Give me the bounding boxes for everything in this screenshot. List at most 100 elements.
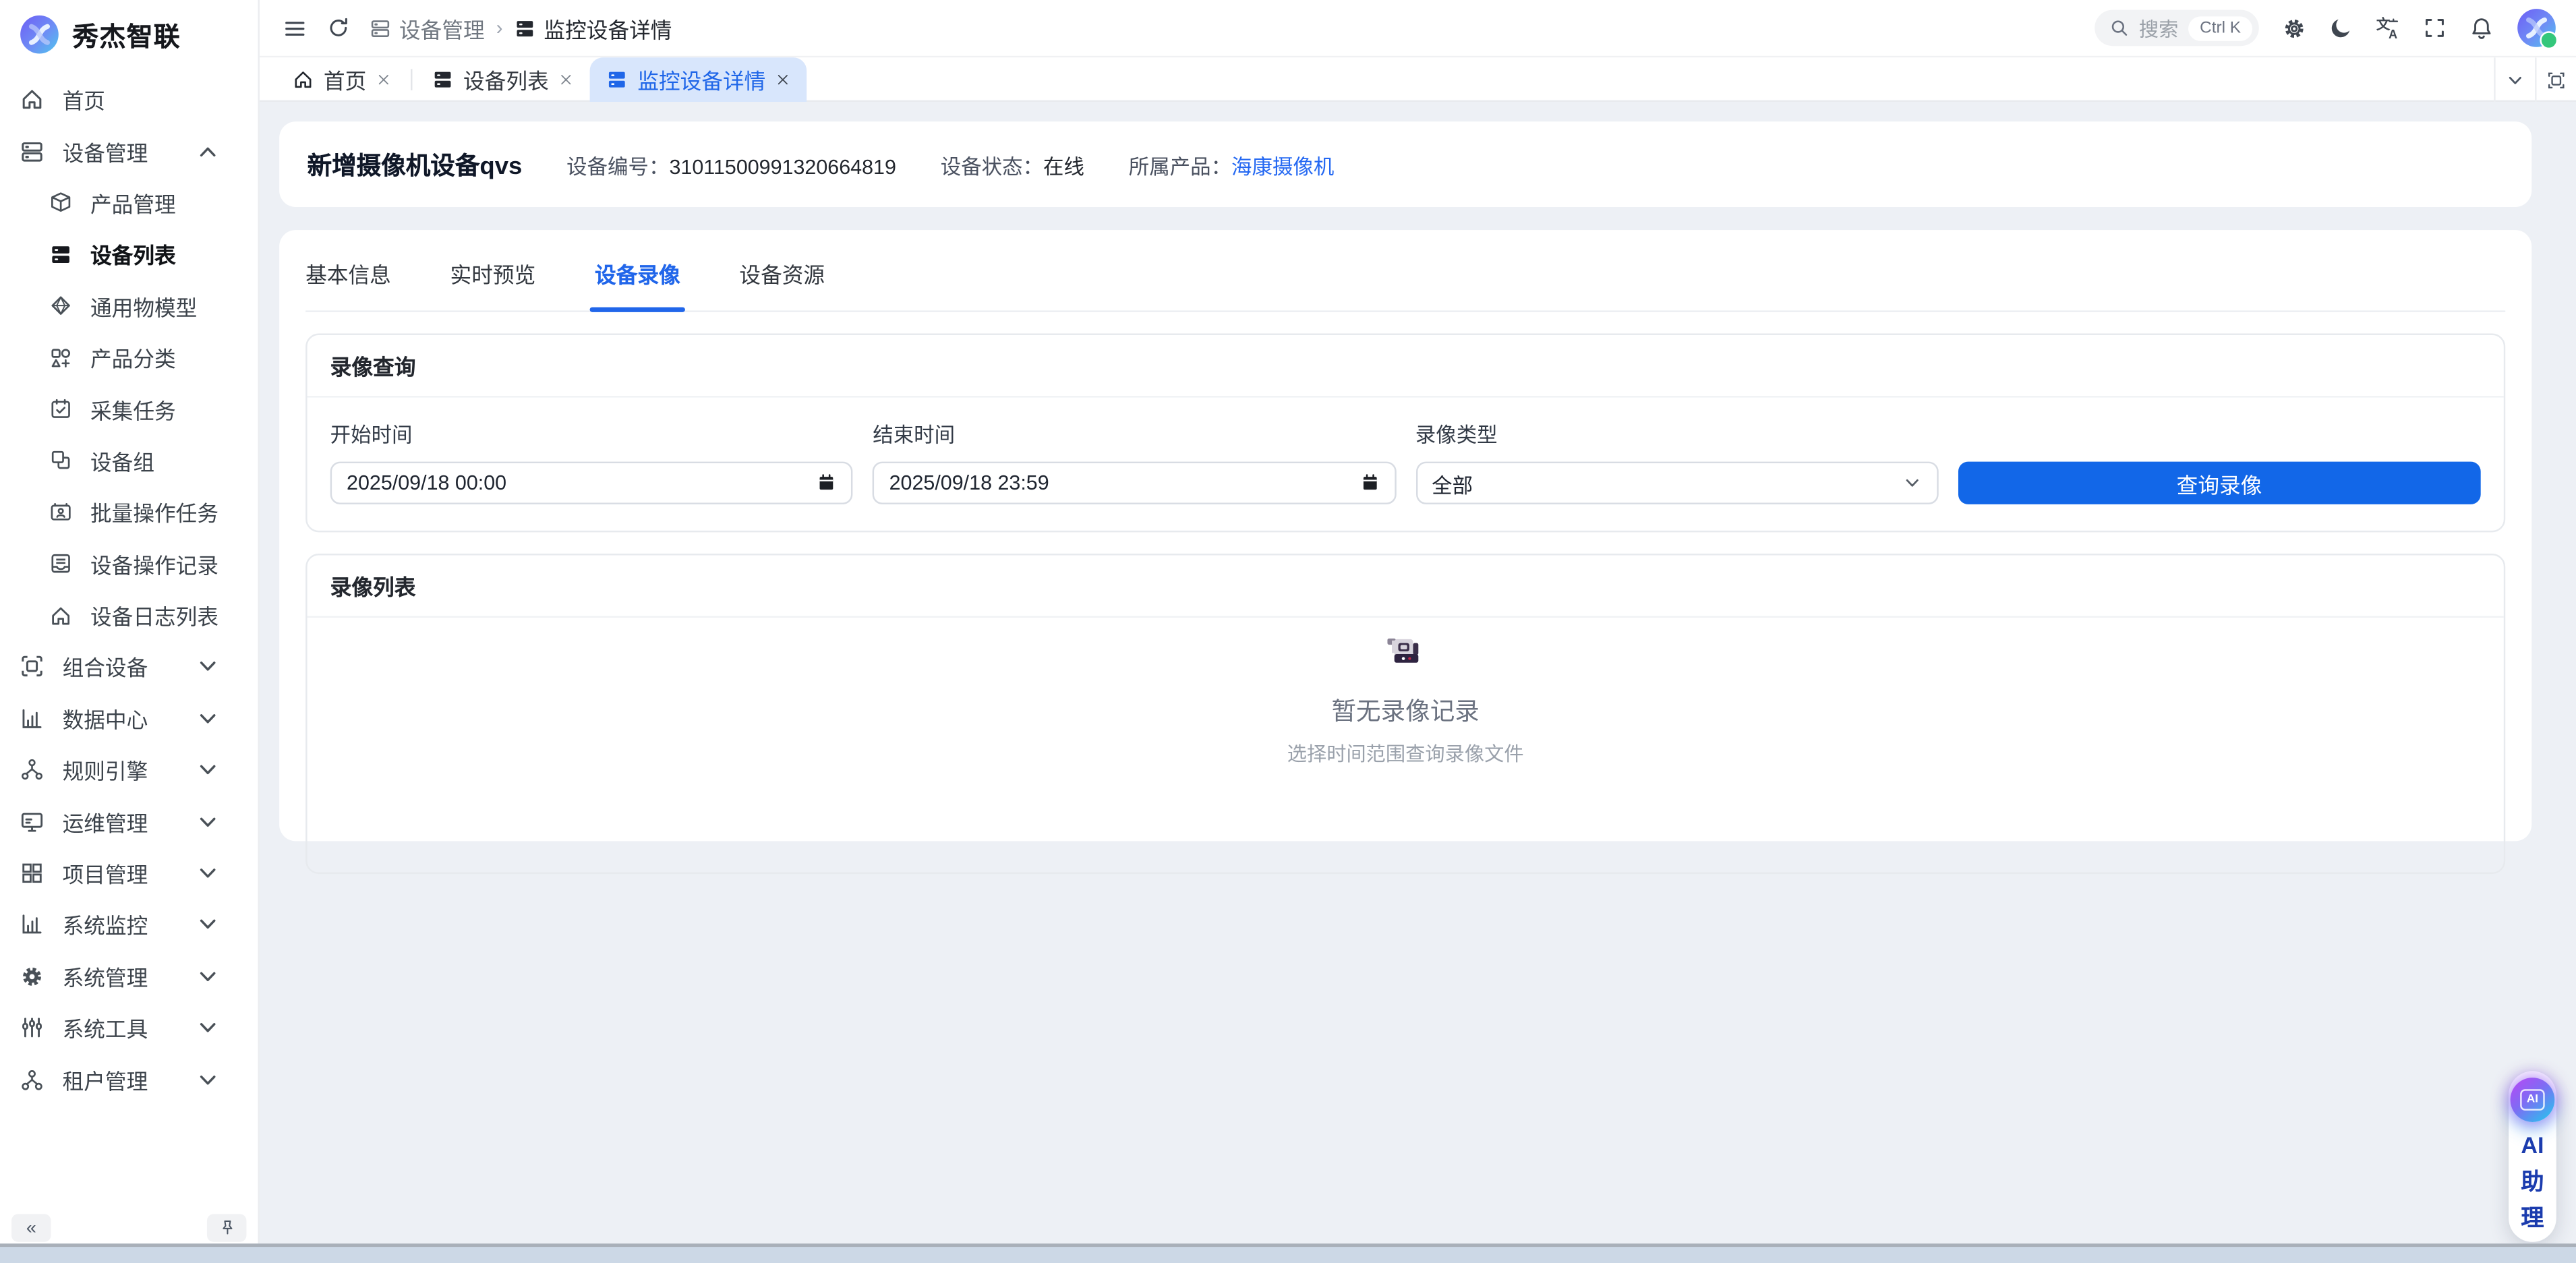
device-field-label: 设备状态： <box>940 155 1044 179</box>
sidebar-item-label: 系统工具 <box>62 1017 148 1042</box>
sidebar-item-label: 系统监控 <box>62 914 148 939</box>
recording-type-select[interactable]: 全部 <box>1415 461 1939 504</box>
sidebar-item-首页[interactable]: 首页 <box>0 74 258 125</box>
chevron-down-icon <box>196 758 221 783</box>
content-maximize-button[interactable] <box>2535 57 2576 102</box>
sidebar-item-label: 系统管理 <box>62 966 148 991</box>
close-icon[interactable] <box>376 71 391 86</box>
sidebar-item-label: 通用物模型 <box>90 295 198 320</box>
device-field: 设备编号：31011500991320664819 <box>566 148 896 179</box>
chart-icon <box>20 706 45 731</box>
datetime-input[interactable]: 2025/09/18 00:00 <box>330 461 854 504</box>
sidebar-item-通用物模型[interactable]: 通用物模型 <box>0 281 258 332</box>
sidebar-item-产品管理[interactable]: 产品管理 <box>0 177 258 229</box>
page-tab-label: 监控设备详情 <box>637 68 766 93</box>
sidebar-item-设备管理[interactable]: 设备管理 <box>0 125 258 177</box>
fullscreen-icon[interactable] <box>2423 16 2446 39</box>
device-field-value[interactable]: 海康摄像机 <box>1231 155 1334 178</box>
ai-assistant-icon: AI <box>2510 1078 2555 1122</box>
sidebar-item-规则引擎[interactable]: 规则引擎 <box>0 744 258 796</box>
tab-divider <box>411 68 413 90</box>
breadcrumb-item-监控设备详情[interactable]: 监控设备详情 <box>515 12 672 43</box>
detail-tab-基本信息[interactable]: 基本信息 <box>305 258 391 310</box>
page-tab-设备列表[interactable]: 设备列表 <box>415 57 589 101</box>
page-tab-label: 设备列表 <box>463 68 549 93</box>
tab-list-dropdown-button[interactable] <box>2494 57 2535 102</box>
device-field-value: 31011500991320664819 <box>669 155 896 179</box>
detail-tab-设备录像[interactable]: 设备录像 <box>589 258 686 312</box>
sidebar-item-label: 设备列表 <box>90 243 176 268</box>
query-button-column: 查询录像 <box>1958 412 2481 504</box>
topbar-actions: 搜索 Ctrl K 文A <box>2095 8 2558 50</box>
empty-state-title: 暂无录像记录 <box>1331 698 1480 726</box>
search-placeholder: 搜索 <box>2138 17 2179 40</box>
device-field-label: 所属产品： <box>1128 155 1232 179</box>
sidebar-item-产品分类[interactable]: 产品分类 <box>0 332 258 383</box>
chevron-down-icon <box>1902 473 1922 493</box>
sidebar-item-租户管理[interactable]: 租户管理 <box>0 1054 258 1105</box>
page-tab-监控设备详情[interactable]: 监控设备详情 <box>589 57 807 101</box>
query-card-title: 录像查询 <box>307 335 2504 398</box>
app-root: 秀杰智联 首页 设备管理 产品管理 设备列表 通用物模型 产品分类 采集任务 设备组 批量操作任… <box>0 0 2576 1263</box>
empty-state-hint: 选择时间范围查询录像文件 <box>1287 742 1524 766</box>
close-icon[interactable] <box>775 71 790 86</box>
sidebar-item-系统管理[interactable]: 系统管理 <box>0 951 258 1002</box>
sidebar-item-label: 设备组 <box>90 450 155 475</box>
dark-mode-moon-icon[interactable] <box>2330 16 2353 39</box>
notifications-bell-icon[interactable] <box>2469 16 2494 40</box>
sidebar-item-数据中心[interactable]: 数据中心 <box>0 693 258 744</box>
chart-icon <box>20 912 45 937</box>
sidebar-item-设备操作记录[interactable]: 设备操作记录 <box>0 538 258 589</box>
device-field: 所属产品：海康摄像机 <box>1129 148 1335 179</box>
doc-inbox-icon <box>49 552 72 575</box>
calendar-icon <box>817 473 836 493</box>
horizontal-scrollbar[interactable] <box>0 1243 2576 1263</box>
sidebar-item-批量操作任务[interactable]: 批量操作任务 <box>0 486 258 537</box>
sidebar-item-运维管理[interactable]: 运维管理 <box>0 796 258 847</box>
server-filled-icon <box>49 243 72 266</box>
translate-icon[interactable]: 文A <box>2376 16 2401 40</box>
breadcrumb-item-设备管理[interactable]: 设备管理 <box>370 12 485 43</box>
chevron-down-icon <box>196 706 221 731</box>
brand: 秀杰智联 <box>0 0 258 65</box>
chevron-down-icon <box>196 964 221 989</box>
sidebar-item-系统监控[interactable]: 系统监控 <box>0 899 258 950</box>
sidebar-item-组合设备[interactable]: 组合设备 <box>0 641 258 693</box>
close-icon[interactable] <box>558 71 573 86</box>
sidebar-pin-button[interactable] <box>206 1214 247 1242</box>
query-recordings-button[interactable]: 查询录像 <box>1958 461 2481 504</box>
page-tabs: 首页 设备列表 监控设备详情 <box>276 57 807 101</box>
svg-text:A: A <box>2389 26 2397 40</box>
sidebar-item-设备日志列表[interactable]: 设备日志列表 <box>0 589 258 641</box>
datetime-input[interactable]: 2025/09/18 23:59 <box>873 461 1396 504</box>
page-tab-首页[interactable]: 首页 <box>276 57 407 101</box>
input-value: 2025/09/18 23:59 <box>889 471 1049 495</box>
sidebar-item-项目管理[interactable]: 项目管理 <box>0 848 258 899</box>
ai-assistant-button[interactable]: AI AI 助 理 <box>2509 1071 2556 1242</box>
sidebar-item-label: 采集任务 <box>90 398 176 423</box>
sidebar-item-设备列表[interactable]: 设备列表 <box>0 229 258 280</box>
sidebar-item-采集任务[interactable]: 采集任务 <box>0 383 258 434</box>
brand-logo-icon <box>20 15 59 54</box>
device-field: 设备状态：在线 <box>941 148 1084 179</box>
sidebar-item-系统工具[interactable]: 系统工具 <box>0 1002 258 1053</box>
device-field-label: 设备编号： <box>566 155 670 179</box>
sidebar-item-label: 项目管理 <box>62 862 148 887</box>
query-field-label: 录像类型 <box>1415 423 1498 447</box>
search-input[interactable]: 搜索 Ctrl K <box>2095 9 2259 47</box>
settings-gear-icon[interactable] <box>2282 16 2307 40</box>
user-avatar[interactable] <box>2517 8 2558 50</box>
detail-tab-设备资源[interactable]: 设备资源 <box>739 258 825 310</box>
input-value: 2025/09/18 00:00 <box>347 471 507 495</box>
search-icon <box>2109 18 2129 38</box>
sidebar-footer: « <box>0 1214 258 1242</box>
tab-bar-controls <box>2494 57 2576 102</box>
sidebar-collapse-button[interactable]: « <box>11 1214 51 1242</box>
refresh-icon[interactable] <box>327 16 350 39</box>
sidebar-item-设备组[interactable]: 设备组 <box>0 435 258 486</box>
server-filled-icon <box>606 68 628 90</box>
ai-label-line: 理 <box>2521 1204 2544 1231</box>
grid-icon <box>20 861 45 886</box>
hamburger-icon[interactable] <box>283 16 308 40</box>
detail-tab-实时预览[interactable]: 实时预览 <box>450 258 536 310</box>
